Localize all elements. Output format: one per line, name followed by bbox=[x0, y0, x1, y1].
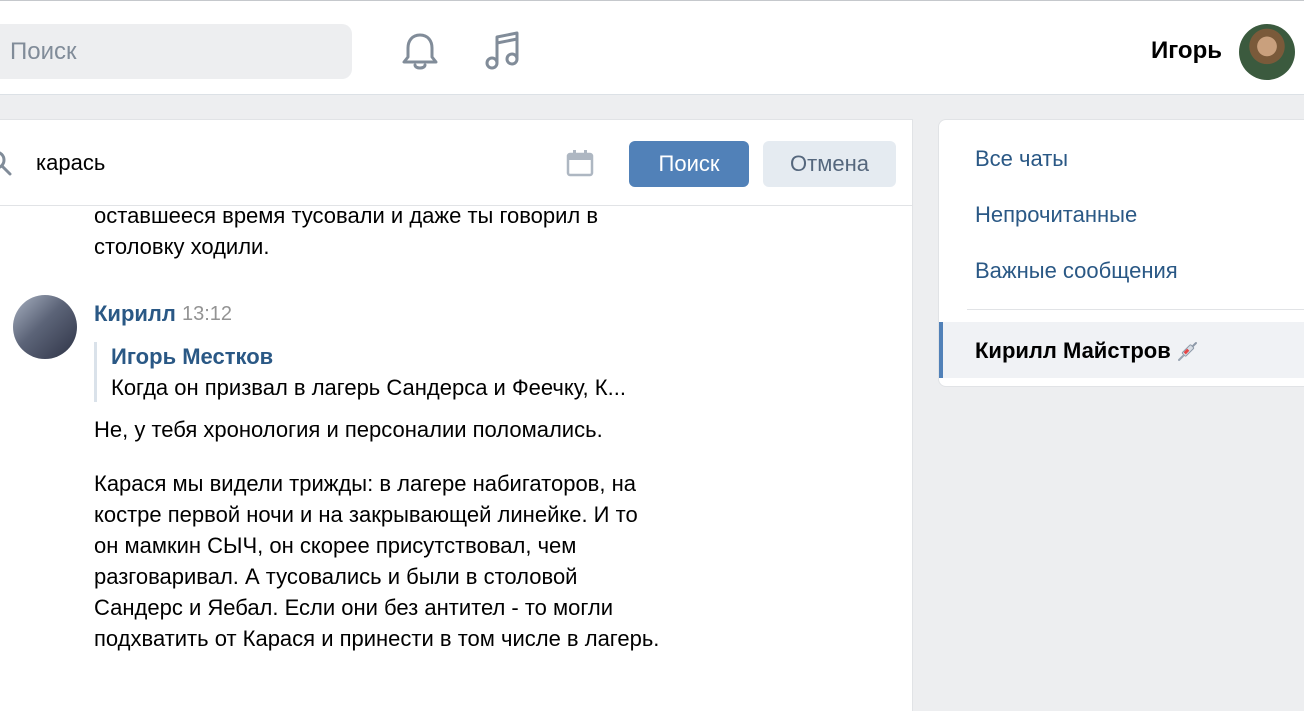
reply-quote[interactable]: Игорь Местков Когда он призвал в лагерь … bbox=[94, 342, 654, 402]
sidebar-item-active-chat[interactable]: Кирилл Майстров bbox=[939, 322, 1304, 378]
user-name[interactable]: Игорь bbox=[1151, 37, 1222, 65]
message-list: оставшееся время тусовали и даже ты гово… bbox=[0, 206, 912, 711]
chat-filter-sidebar: Все чаты Непрочитанные Важные сообщения … bbox=[938, 119, 1304, 387]
sidebar-divider bbox=[967, 309, 1304, 310]
quote-text: Когда он призвал в лагерь Сандерса и Фее… bbox=[111, 375, 626, 400]
message-search-input[interactable]: карась bbox=[36, 150, 105, 176]
quote-author: Игорь Местков bbox=[111, 344, 274, 369]
sidebar-item-all-chats[interactable]: Все чаты bbox=[975, 146, 1068, 172]
sidebar-item-important[interactable]: Важные сообщения bbox=[975, 258, 1178, 284]
message-author[interactable]: Кирилл bbox=[94, 301, 176, 327]
message-search-bar: карась Поиск Отмена bbox=[0, 120, 912, 206]
top-bar: Поиск Игорь bbox=[0, 0, 1304, 95]
search-cancel-button[interactable]: Отмена bbox=[763, 141, 896, 187]
chat-panel: карась Поиск Отмена оставшееся время тус… bbox=[0, 119, 913, 711]
global-search-input[interactable]: Поиск bbox=[0, 24, 352, 79]
search-submit-button[interactable]: Поиск bbox=[629, 141, 749, 187]
message-paragraph-1: Не, у тебя хронология и персоналии полом… bbox=[94, 417, 603, 442]
bell-icon[interactable] bbox=[400, 29, 440, 73]
music-icon[interactable] bbox=[483, 29, 523, 73]
global-search-placeholder: Поиск bbox=[10, 38, 77, 65]
message-time[interactable]: 13:12 bbox=[182, 303, 232, 326]
sidebar-item-unread[interactable]: Непрочитанные bbox=[975, 202, 1137, 228]
search-icon bbox=[0, 151, 12, 176]
user-avatar[interactable] bbox=[1239, 24, 1295, 80]
syringe-icon bbox=[1178, 342, 1197, 361]
sender-avatar[interactable] bbox=[13, 295, 77, 359]
calendar-icon[interactable] bbox=[566, 149, 594, 177]
message-paragraph-2: Карася мы видели трижды: в лагере набига… bbox=[94, 471, 660, 651]
active-chat-name: Кирилл Майстров bbox=[975, 338, 1171, 363]
previous-message-text: оставшееся время тусовали и даже ты гово… bbox=[94, 206, 599, 259]
